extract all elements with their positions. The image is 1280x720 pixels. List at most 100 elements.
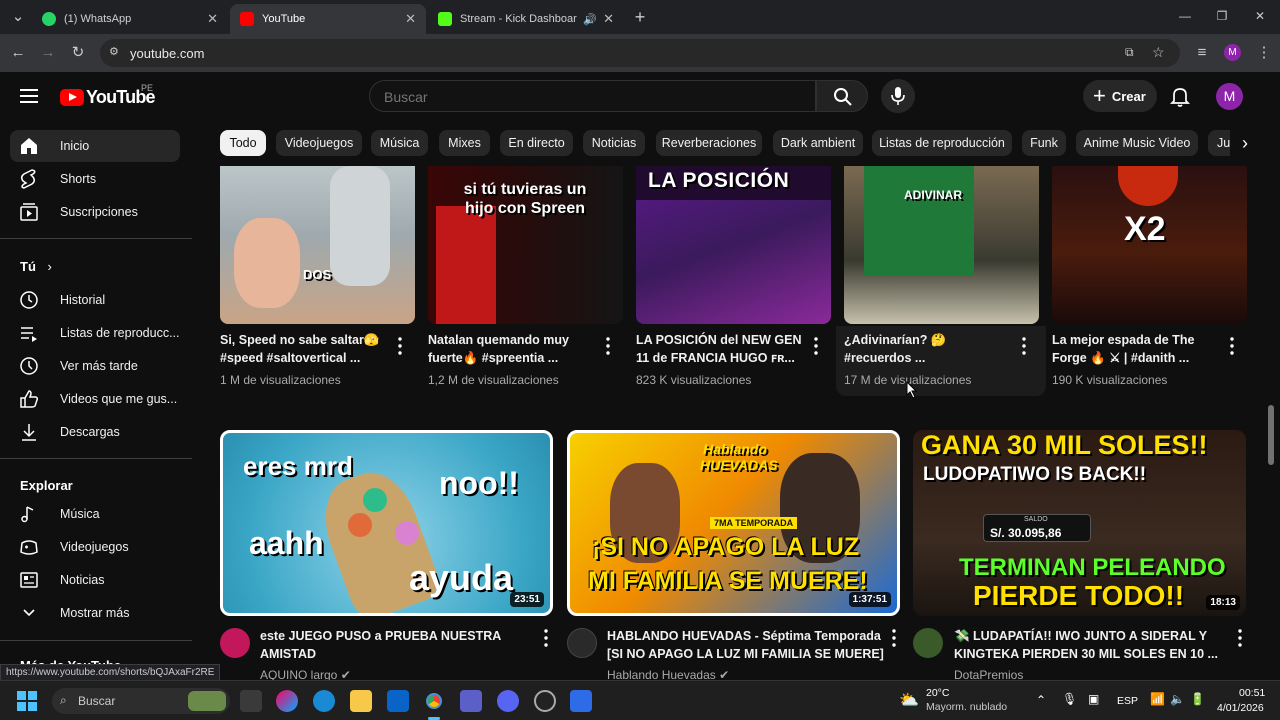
- create-button[interactable]: + Crear: [1083, 80, 1157, 112]
- tab-youtube[interactable]: YouTube ✕: [230, 4, 426, 34]
- chip-news[interactable]: Noticias: [583, 130, 645, 156]
- more-actions-icon[interactable]: [396, 336, 404, 356]
- sidebar-item-music[interactable]: Música: [10, 498, 180, 530]
- video-title[interactable]: este JUEGO PUSO a PRUEBA NUESTRA AMISTAD: [260, 627, 540, 663]
- short-title[interactable]: ¿Adivinarían? 🤔 #recuerdos ...: [844, 331, 1014, 367]
- sidebar-item-liked-videos[interactable]: Videos que me gus...: [10, 383, 180, 415]
- file-explorer-icon[interactable]: [350, 690, 372, 712]
- search-button[interactable]: [816, 80, 868, 112]
- hamburger-menu-icon[interactable]: [20, 88, 40, 104]
- bookmark-star-icon[interactable]: ☆: [1152, 44, 1165, 61]
- tab-kick[interactable]: Stream - Kick Dashboard 🔊 ✕: [428, 4, 624, 34]
- more-actions-icon[interactable]: [890, 628, 898, 648]
- teams-icon[interactable]: [460, 690, 482, 712]
- media-app-icon[interactable]: [570, 690, 592, 712]
- browser-menu-icon[interactable]: ⋮: [1254, 43, 1274, 63]
- more-actions-icon[interactable]: [812, 336, 820, 356]
- tab-whatsapp[interactable]: (1) WhatsApp ✕: [32, 4, 228, 34]
- taskbar-search[interactable]: ⌕ Buscar: [52, 688, 230, 714]
- chip-live[interactable]: En directo: [500, 130, 573, 156]
- minimize-icon[interactable]: —: [1170, 6, 1200, 26]
- discord-icon[interactable]: [497, 690, 519, 712]
- close-window-icon[interactable]: ✕: [1245, 6, 1275, 26]
- more-actions-icon[interactable]: [1020, 336, 1028, 356]
- clock-time[interactable]: 00:51: [1239, 687, 1265, 699]
- install-app-icon[interactable]: ⧉: [1125, 45, 1134, 60]
- task-view-icon[interactable]: [240, 690, 262, 712]
- reload-icon[interactable]: ↻: [68, 43, 88, 63]
- microphone-tray-icon[interactable]: 🎙: [1062, 692, 1077, 706]
- chip-mixes[interactable]: Mixes: [439, 130, 490, 156]
- channel-avatar[interactable]: [567, 628, 597, 658]
- maximize-icon[interactable]: ❐: [1207, 6, 1237, 26]
- forward-icon[interactable]: →: [38, 43, 58, 63]
- chip-anime-music-video[interactable]: Anime Music Video: [1076, 130, 1198, 156]
- chip-reverberations[interactable]: Reverberaciones: [656, 130, 762, 156]
- chip-music[interactable]: Música: [371, 130, 428, 156]
- sidebar-item-home[interactable]: Inicio: [10, 130, 180, 162]
- address-bar[interactable]: ⚙ youtube.com ⧉ ☆: [100, 39, 1180, 67]
- wifi-icon[interactable]: 📶: [1150, 692, 1165, 706]
- video-title[interactable]: HABLANDO HUEVADAS - Séptima Temporada [SI…: [607, 627, 892, 663]
- back-icon[interactable]: ←: [8, 43, 28, 63]
- new-tab-icon[interactable]: +: [630, 7, 650, 27]
- chip-all[interactable]: Todo: [220, 130, 266, 156]
- channel-avatar[interactable]: [220, 628, 250, 658]
- tab-search-icon[interactable]: ⌄: [8, 7, 28, 27]
- short-thumbnail[interactable]: si tú tuvieras un hijo con Spreen: [428, 166, 623, 324]
- game-app-icon[interactable]: [534, 690, 556, 712]
- copilot-icon[interactable]: [276, 690, 298, 712]
- sidebar-item-history[interactable]: Historial: [10, 284, 180, 316]
- site-info-icon[interactable]: ⚙: [109, 45, 119, 58]
- short-title[interactable]: Natalan quemando muy fuerte🔥 #spreentia .…: [428, 331, 598, 367]
- sidebar-item-shorts[interactable]: Shorts: [10, 163, 180, 195]
- short-thumbnail[interactable]: ADIVINAR: [844, 166, 1039, 324]
- more-actions-icon[interactable]: [1236, 628, 1244, 648]
- clock-date[interactable]: 4/01/2026: [1217, 702, 1264, 714]
- battery-icon[interactable]: 🔋: [1190, 692, 1205, 706]
- profile-avatar[interactable]: M: [1224, 44, 1241, 61]
- account-avatar[interactable]: M: [1216, 83, 1243, 110]
- you-section-title[interactable]: Tú ›: [20, 259, 52, 274]
- close-tab-icon[interactable]: ✕: [405, 11, 416, 27]
- short-title[interactable]: Si, Speed no sabe saltar🫣 #speed #saltove…: [220, 331, 390, 367]
- sidebar-item-show-more[interactable]: Mostrar más: [10, 597, 180, 629]
- short-title[interactable]: LA POSICIÓN del NEW GEN 11 de FRANCIA HUG…: [636, 331, 806, 367]
- chip-funk[interactable]: Funk: [1022, 130, 1066, 156]
- chip-gaming[interactable]: Videojuegos: [276, 130, 362, 156]
- weather-icon[interactable]: ⛅: [899, 690, 919, 710]
- voice-search-button[interactable]: [881, 79, 915, 113]
- language-indicator[interactable]: ESP: [1117, 695, 1138, 707]
- page-scrollbar[interactable]: [1268, 405, 1274, 465]
- edge-icon[interactable]: [313, 690, 335, 712]
- chip-dark-ambient[interactable]: Dark ambient: [773, 130, 863, 156]
- search-input[interactable]: [384, 89, 784, 105]
- notifications-bell-icon[interactable]: [1168, 84, 1192, 108]
- display-tray-icon[interactable]: ▣: [1088, 692, 1099, 706]
- more-actions-icon[interactable]: [604, 336, 612, 356]
- short-thumbnail[interactable]: DOS: [220, 166, 415, 324]
- short-thumbnail[interactable]: X2: [1052, 166, 1247, 324]
- short-thumbnail[interactable]: LA POSICIÓN: [636, 166, 831, 324]
- video-title[interactable]: 💸 LUDAPATÍA!! IWO JUNTO A SIDERAL Y KINGT…: [954, 627, 1229, 663]
- chip-playlists[interactable]: Listas de reproducción: [872, 130, 1012, 156]
- sidebar-item-news[interactable]: Noticias: [10, 564, 180, 596]
- reading-list-icon[interactable]: ≡: [1192, 43, 1212, 63]
- short-title[interactable]: La mejor espada de The Forge 🔥 ⚔ | #danit…: [1052, 331, 1222, 367]
- video-thumbnail[interactable]: Hablando HUEVADAS 7MA TEMPORADA ¡SI NO A…: [567, 430, 900, 616]
- more-actions-icon[interactable]: [1228, 336, 1236, 356]
- sidebar-item-watch-later[interactable]: Ver más tarde: [10, 350, 180, 382]
- tray-overflow-icon[interactable]: ⌃: [1036, 693, 1046, 707]
- sidebar-item-playlists[interactable]: Listas de reproducc...: [10, 317, 180, 349]
- windows-start-icon[interactable]: [17, 691, 37, 711]
- sidebar-item-gaming[interactable]: Videojuegos: [10, 531, 180, 563]
- more-actions-icon[interactable]: [542, 628, 550, 648]
- chips-next-button[interactable]: ›: [1230, 130, 1260, 156]
- chrome-icon[interactable]: [423, 690, 445, 712]
- volume-icon[interactable]: 🔈: [1170, 692, 1185, 706]
- outlook-icon[interactable]: [387, 690, 409, 712]
- channel-avatar[interactable]: [913, 628, 943, 658]
- close-tab-icon[interactable]: ✕: [603, 11, 614, 27]
- sidebar-item-subscriptions[interactable]: Suscripciones: [10, 196, 180, 228]
- sidebar-item-downloads[interactable]: Descargas: [10, 416, 180, 448]
